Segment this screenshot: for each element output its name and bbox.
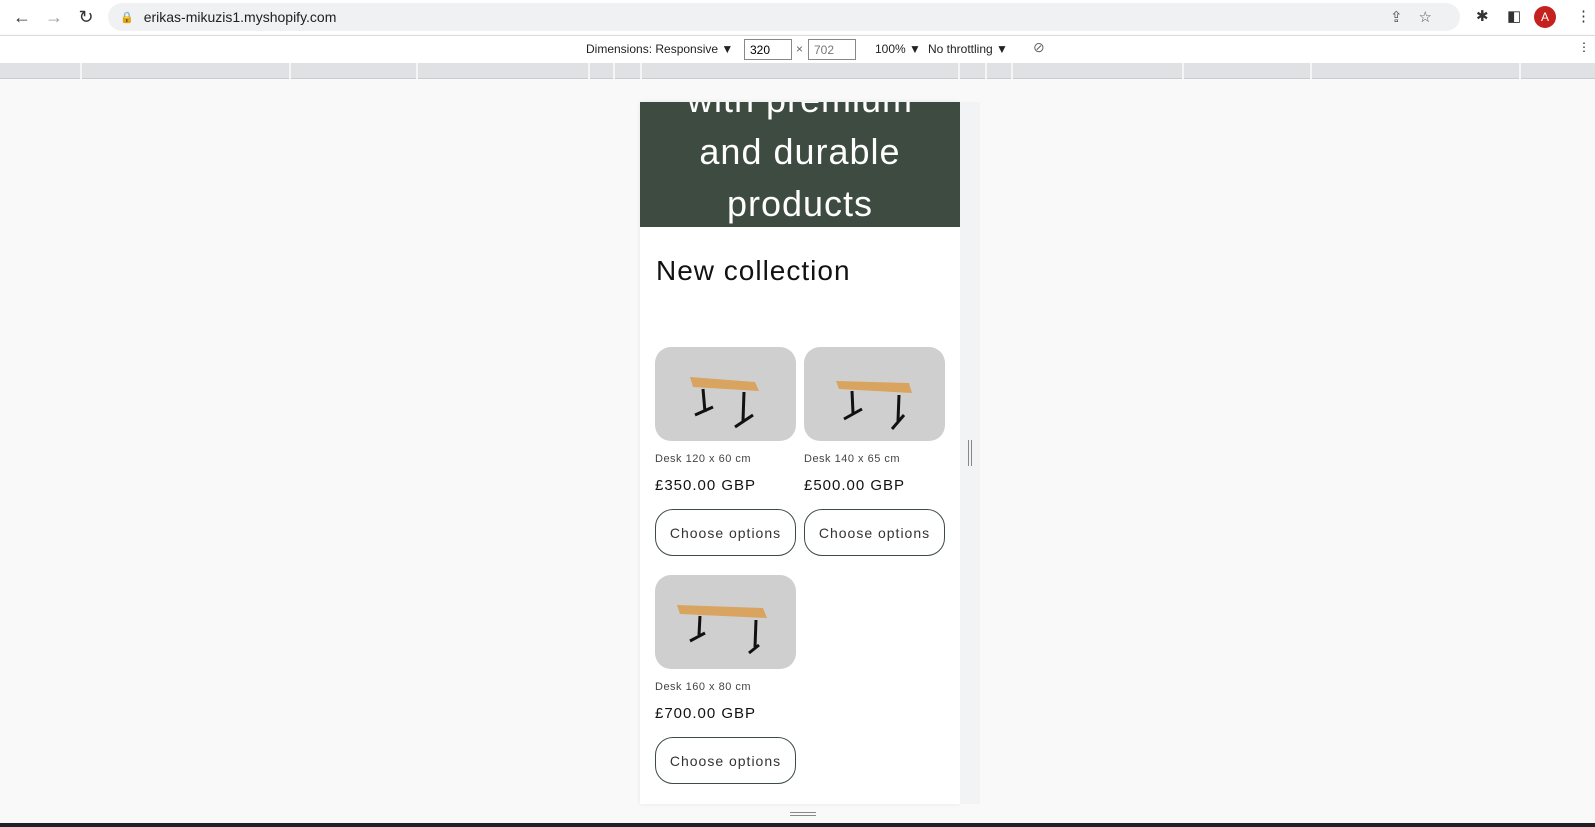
side-panel-icon[interactable]: ◧ bbox=[1507, 7, 1521, 25]
choose-options-button[interactable]: Choose options bbox=[655, 509, 796, 556]
browser-toolbar: ← → ↻ 🔒 erikas-mikuzis1.myshopify.com ⇪☆… bbox=[0, 0, 1595, 34]
product-title[interactable]: Desk 160 x 80 cm bbox=[655, 681, 796, 693]
device-toolbar: Dimensions: Responsive ▼ × 100% ▼ No thr… bbox=[0, 35, 1595, 63]
resize-handle-bottom[interactable] bbox=[790, 812, 816, 816]
extensions-icon[interactable]: ✱ bbox=[1476, 7, 1489, 25]
choose-options-button[interactable]: Choose options bbox=[804, 509, 945, 556]
zoom-select[interactable]: 100% ▼ bbox=[875, 42, 921, 56]
collection-heading: New collection bbox=[656, 255, 851, 286]
desk-icon bbox=[690, 377, 759, 429]
hero-line: with premium bbox=[640, 102, 960, 126]
device-viewport: with premium and durable products New co… bbox=[640, 102, 960, 804]
devtools-more-icon[interactable]: ⋮ bbox=[1578, 40, 1590, 54]
desk-icon bbox=[677, 605, 767, 655]
resize-handle-right[interactable] bbox=[968, 440, 972, 466]
product-card[interactable]: Desk 140 x 65 cm £500.00 GBP Choose opti… bbox=[804, 347, 945, 556]
back-icon[interactable]: ← bbox=[6, 7, 38, 28]
product-price: £700.00 GBP bbox=[655, 705, 757, 722]
product-card[interactable]: Desk 160 x 80 cm £700.00 GBP Choose opti… bbox=[655, 575, 796, 784]
lock-icon: 🔒 bbox=[120, 11, 134, 24]
throttling-select[interactable]: No throttling ▼ bbox=[928, 42, 1008, 56]
height-input[interactable] bbox=[808, 39, 856, 60]
desk-icon bbox=[836, 381, 912, 430]
product-title[interactable]: Desk 120 x 60 cm bbox=[655, 453, 796, 465]
width-input[interactable] bbox=[744, 39, 792, 60]
product-image[interactable] bbox=[655, 347, 796, 441]
address-bar[interactable]: 🔒 erikas-mikuzis1.myshopify.com ⇪☆ bbox=[108, 3, 1460, 31]
hero-line: products bbox=[726, 183, 874, 224]
choose-options-button[interactable]: Choose options bbox=[655, 737, 796, 784]
product-image[interactable] bbox=[655, 575, 796, 669]
hero-line: and durable bbox=[699, 131, 901, 172]
rotate-icon[interactable]: ⊘ bbox=[1033, 39, 1045, 56]
reload-icon[interactable]: ↻ bbox=[70, 7, 102, 28]
product-price: £350.00 GBP bbox=[655, 477, 757, 494]
avatar[interactable]: A bbox=[1534, 6, 1556, 28]
dimensions-select[interactable]: Dimensions: Responsive ▼ bbox=[586, 42, 733, 56]
menu-icon[interactable]: ⋮ bbox=[1576, 7, 1591, 25]
hero-banner: with premium and durable products bbox=[640, 102, 960, 227]
times-sign: × bbox=[796, 42, 804, 56]
url-text: erikas-mikuzis1.myshopify.com bbox=[143, 9, 337, 25]
media-query-ruler[interactable] bbox=[0, 63, 1595, 79]
share-bookmark-icons[interactable]: ⇪☆ bbox=[1390, 8, 1448, 26]
product-image[interactable] bbox=[804, 347, 945, 441]
product-price: £500.00 GBP bbox=[804, 477, 906, 494]
bottom-edge bbox=[0, 823, 1595, 827]
product-title[interactable]: Desk 140 x 65 cm bbox=[804, 453, 945, 465]
product-card[interactable]: Desk 120 x 60 cm £350.00 GBP Choose opti… bbox=[655, 347, 796, 556]
forward-icon[interactable]: → bbox=[38, 7, 70, 28]
